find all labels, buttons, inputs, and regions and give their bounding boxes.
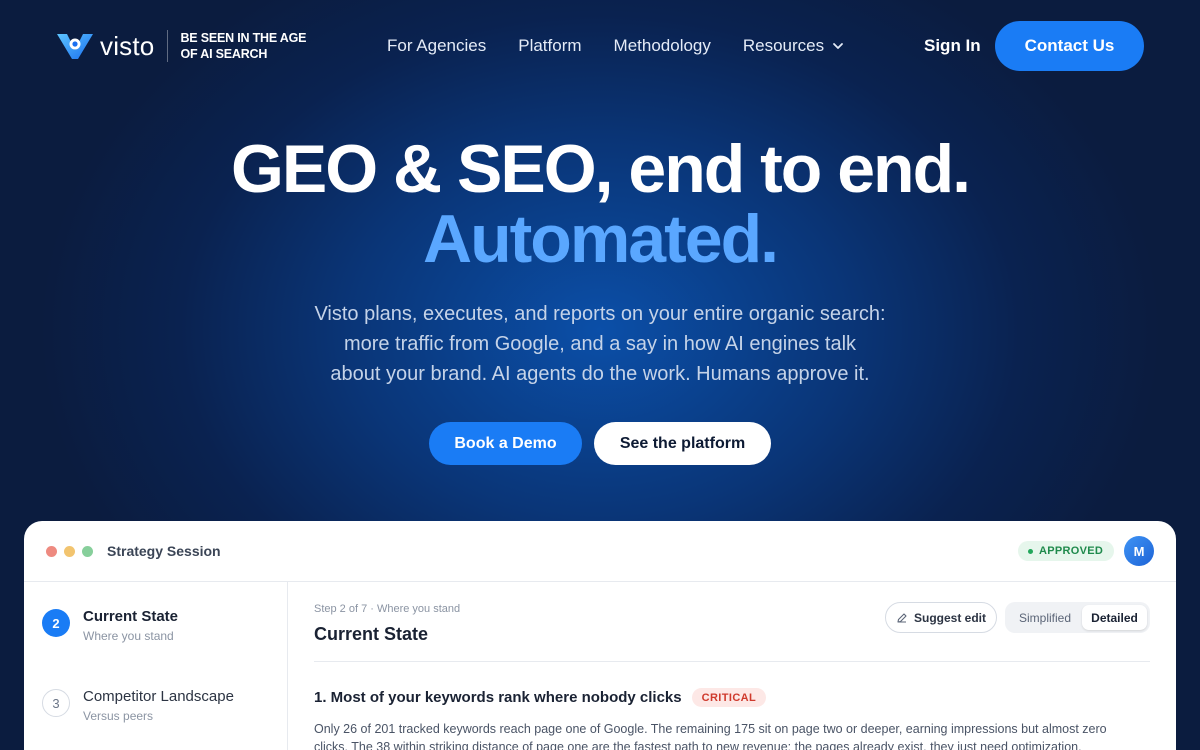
hero-subtitle-line: about your brand. AI agents do the work.… [330,363,870,385]
step-desc: Versus peers [83,709,154,723]
step-desc: Where you stand [83,629,174,643]
strategy-session-panel: Strategy Session APPROVED M 2 Current St… [24,521,1176,750]
nav-platform[interactable]: Platform [518,36,581,56]
hero-title-highlight: Automated. [423,201,779,277]
nav-label: Resources [742,36,825,55]
steps-sidebar: 2 Current State Where you stand 3 Compet… [24,582,288,750]
suggest-edit-label: Suggest edit [913,610,986,625]
nav-label: Platform [518,36,582,55]
suggest-edit-button[interactable]: Suggest edit [885,602,997,633]
visto-logo-icon [57,34,93,59]
nav-methodology[interactable]: Methodology [614,36,711,56]
nav-resources-dropdown[interactable]: Resources [743,36,844,56]
book-demo-button[interactable]: Book a Demo [429,422,582,465]
panel-title: Strategy Session [107,543,221,559]
status-dot-icon [1028,548,1033,554]
status-badge: APPROVED [1018,541,1115,561]
contact-us-button[interactable]: Contact Us [995,21,1144,71]
severity-badge: CRITICAL [691,688,767,707]
step-item-current-state[interactable]: 2 Current State Where you stand [42,608,178,643]
hero-title: GEO & SEO, end to end. [230,131,971,207]
nav-for-agencies[interactable]: For Agencies [387,36,486,56]
see-platform-button[interactable]: See the platform [594,422,771,465]
top-nav: visto BE SEEN IN THE AGE OF AI SEARCH Fo… [0,0,1200,92]
step-number: 3 [42,689,70,717]
nav-label: For Agencies [387,36,487,55]
finding-header: 1. Most of your keywords rank where nobo… [314,688,767,707]
window-dot-yellow [64,546,75,557]
avatar[interactable]: M [1124,536,1154,566]
brand-tagline: BE SEEN IN THE AGE OF AI SEARCH [180,31,307,61]
chevron-down-icon [833,43,844,49]
toggle-simplified[interactable]: Simplified [1008,605,1082,630]
step-number: 2 [42,609,70,637]
step-item-competitor-landscape[interactable]: 3 Competitor Landscape Versus peers [42,688,234,723]
window-dot-green [82,546,93,557]
pencil-icon [897,612,907,623]
finding-title: 1. Most of your keywords rank where nobo… [314,689,682,706]
sign-in-link[interactable]: Sign In [924,36,981,56]
hero-subtitle: Visto plans, executes, and reports on yo… [300,299,900,389]
panel-header: Strategy Session APPROVED M [24,521,1176,582]
brand-name: visto [100,30,155,61]
toggle-detailed[interactable]: Detailed [1082,605,1147,630]
step-name: Competitor Landscape [83,688,234,705]
logo-divider [167,30,169,62]
hero-subtitle-line: Visto plans, executes, and reports on yo… [314,303,886,325]
main-menu: For Agencies Platform Methodology Resour… [387,36,844,56]
hero-subtitle-line: more traffic from Google, and a say in h… [343,333,857,355]
brand-logo[interactable]: visto BE SEEN IN THE AGE OF AI SEARCH [56,30,310,62]
divider [314,661,1150,662]
section-title: Current State [314,624,429,644]
step-name: Current State [83,608,179,625]
breadcrumb: Step 2 of 7 · Where you stand [314,603,461,615]
window-dot-red [46,546,57,557]
view-toggle: Simplified Detailed [1005,602,1150,633]
nav-label: Methodology [613,36,711,55]
window-controls [46,546,93,557]
finding-body: Only 26 of 201 tracked keywords reach pa… [314,722,1107,750]
status-label: APPROVED [1039,545,1104,557]
